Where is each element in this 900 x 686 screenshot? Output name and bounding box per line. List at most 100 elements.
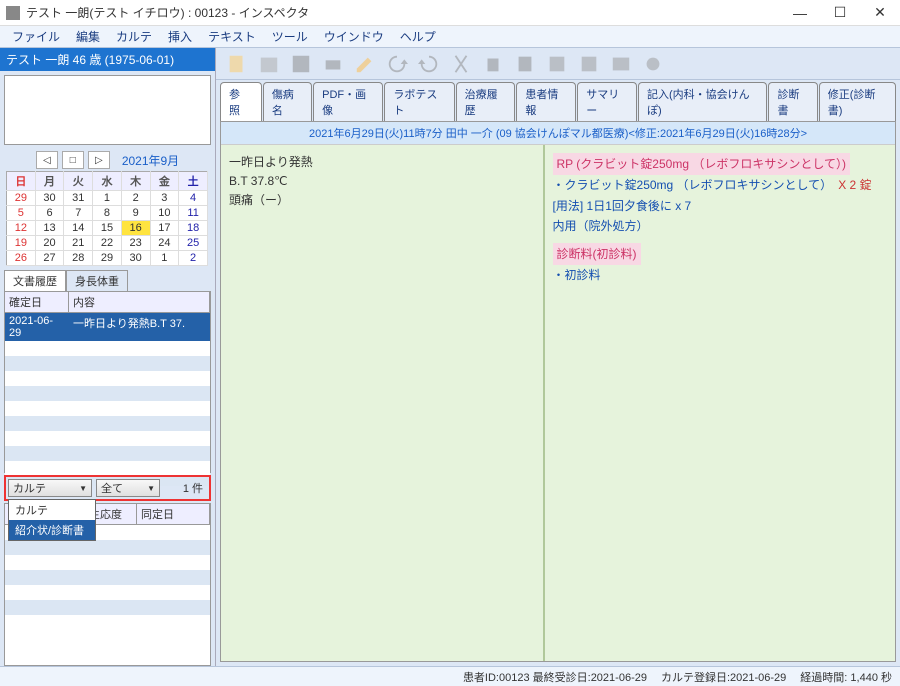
record-header: 2021年6月29日(火)11時7分 田中 一介 (09 協会けんぽマル都医療)… bbox=[221, 122, 895, 145]
cal-day[interactable]: 25 bbox=[179, 236, 208, 251]
cal-day[interactable]: 27 bbox=[35, 251, 64, 266]
gear-icon[interactable] bbox=[642, 53, 664, 75]
cal-day[interactable]: 15 bbox=[93, 221, 122, 236]
tab-pdf-image[interactable]: PDF・画像 bbox=[313, 82, 383, 121]
cal-dow: 水 bbox=[93, 172, 122, 191]
tab-doc-history[interactable]: 文書履歴 bbox=[4, 270, 66, 291]
cal-day[interactable]: 24 bbox=[150, 236, 179, 251]
menu-window[interactable]: ウインドウ bbox=[318, 26, 390, 47]
record-content: 2021年6月29日(火)11時7分 田中 一介 (09 協会けんぽマル都医療)… bbox=[220, 121, 896, 662]
menu-edit[interactable]: 編集 bbox=[70, 26, 106, 47]
menubar: ファイル 編集 カルテ 挿入 テキスト ツール ウインドウ ヘルプ bbox=[0, 26, 900, 48]
paste-icon[interactable] bbox=[514, 53, 536, 75]
cal-day[interactable]: 1 bbox=[93, 191, 122, 206]
history-list[interactable]: 2021-06-29 一昨日より発熱B.T 37. bbox=[4, 313, 211, 473]
cal-next-button[interactable]: ▷ bbox=[88, 151, 110, 169]
edit-icon[interactable] bbox=[354, 53, 376, 75]
dx-header: 診断料(初診料) bbox=[553, 243, 641, 265]
memo-box[interactable] bbox=[4, 75, 211, 145]
cal-day[interactable]: 9 bbox=[121, 206, 150, 221]
cal-day[interactable]: 29 bbox=[7, 191, 36, 206]
print-icon[interactable] bbox=[322, 53, 344, 75]
titlebar: テスト 一朗(テスト イチロウ) : 00123 - インスペクタ — ☐ ✕ bbox=[0, 0, 900, 26]
calendar-nav: ◁ □ ▷ 2021年9月 bbox=[0, 149, 215, 171]
soap-subjective[interactable]: 一昨日より発熱 B.T 37.8℃ 頭痛（ー） bbox=[221, 145, 545, 661]
cal-day[interactable]: 18 bbox=[179, 221, 208, 236]
dx-item: ・初診料 bbox=[553, 265, 887, 285]
maximize-button[interactable]: ☐ bbox=[820, 0, 860, 26]
soap-line: B.T 37.8℃ bbox=[229, 172, 535, 191]
menu-tool[interactable]: ツール bbox=[266, 26, 314, 47]
cal-day[interactable]: 29 bbox=[93, 251, 122, 266]
tab-cert-edit[interactable]: 修正(診断書) bbox=[819, 82, 896, 121]
cal-day[interactable]: 30 bbox=[121, 251, 150, 266]
tab-height-weight[interactable]: 身長体重 bbox=[66, 270, 128, 291]
menu-text[interactable]: テキスト bbox=[202, 26, 262, 47]
menu-insert[interactable]: 挿入 bbox=[162, 26, 198, 47]
cal-day[interactable]: 14 bbox=[64, 221, 93, 236]
cal-day[interactable]: 12 bbox=[7, 221, 36, 236]
cal-day[interactable]: 31 bbox=[64, 191, 93, 206]
status-elapsed: 経過時間: 1,440 秒 bbox=[800, 669, 892, 685]
cal-day[interactable]: 2 bbox=[121, 191, 150, 206]
cal-day[interactable]: 5 bbox=[7, 206, 36, 221]
stamp-icon[interactable] bbox=[578, 53, 600, 75]
tab-treatment[interactable]: 治療履歴 bbox=[456, 82, 516, 121]
cal-dow: 日 bbox=[7, 172, 36, 191]
cal-day[interactable]: 30 bbox=[35, 191, 64, 206]
main-tabs: 参 照 傷病名 PDF・画像 ラボテスト 治療履歴 患者情報 サマリー 記入(内… bbox=[216, 80, 900, 121]
cal-day[interactable]: 19 bbox=[7, 236, 36, 251]
schedule-icon[interactable] bbox=[258, 53, 280, 75]
type-select[interactable]: カルテ ▼ bbox=[8, 479, 92, 497]
tab-reference[interactable]: 参 照 bbox=[220, 82, 262, 121]
cal-today-button[interactable]: □ bbox=[62, 151, 84, 169]
close-button[interactable]: ✕ bbox=[860, 0, 900, 26]
soap-plan[interactable]: RP (クラビット錠250mg （レボフロキサシンとして）) ・クラビット錠25… bbox=[545, 145, 895, 661]
save-icon[interactable] bbox=[290, 53, 312, 75]
cal-day[interactable]: 11 bbox=[179, 206, 208, 221]
new-icon[interactable] bbox=[226, 53, 248, 75]
cal-day[interactable]: 7 bbox=[64, 206, 93, 221]
cal-day[interactable]: 20 bbox=[35, 236, 64, 251]
cal-day[interactable]: 28 bbox=[64, 251, 93, 266]
cal-day[interactable]: 26 bbox=[7, 251, 36, 266]
cut-icon[interactable] bbox=[450, 53, 472, 75]
cal-day[interactable]: 17 bbox=[150, 221, 179, 236]
menu-file[interactable]: ファイル bbox=[6, 26, 66, 47]
cal-day[interactable]: 2 bbox=[179, 251, 208, 266]
rx-usage: [用法] 1日1回夕食後に x 7 bbox=[553, 196, 887, 216]
chevron-down-icon: ▼ bbox=[79, 484, 87, 493]
menu-karte[interactable]: カルテ bbox=[110, 26, 158, 47]
cal-day[interactable]: 3 bbox=[150, 191, 179, 206]
cal-day[interactable]: 8 bbox=[93, 206, 122, 221]
tab-labtest[interactable]: ラボテスト bbox=[384, 82, 454, 121]
tab-summary[interactable]: サマリー bbox=[577, 82, 637, 121]
cal-day[interactable]: 4 bbox=[179, 191, 208, 206]
tab-disease[interactable]: 傷病名 bbox=[263, 82, 312, 121]
redo-icon[interactable] bbox=[418, 53, 440, 75]
cal-day[interactable]: 10 bbox=[150, 206, 179, 221]
cal-day[interactable]: 13 bbox=[35, 221, 64, 236]
minimize-button[interactable]: — bbox=[780, 0, 820, 26]
tab-cert[interactable]: 診断書 bbox=[768, 82, 817, 121]
tab-entry[interactable]: 記入(内科・協会けんぽ) bbox=[638, 82, 767, 121]
cal-day[interactable]: 23 bbox=[121, 236, 150, 251]
cal-day[interactable]: 22 bbox=[93, 236, 122, 251]
undo-icon[interactable] bbox=[386, 53, 408, 75]
attach-icon[interactable] bbox=[546, 53, 568, 75]
type-option-referral[interactable]: 紹介状/診断書 bbox=[9, 520, 95, 540]
tab-patient-info[interactable]: 患者情報 bbox=[516, 82, 576, 121]
type-option-karte[interactable]: カルテ bbox=[9, 500, 95, 520]
cal-day[interactable]: 1 bbox=[150, 251, 179, 266]
menu-help[interactable]: ヘルプ bbox=[394, 26, 442, 47]
calendar[interactable]: 日月火水木金土 29303112345678910111213141516171… bbox=[6, 171, 208, 266]
cal-day[interactable]: 21 bbox=[64, 236, 93, 251]
cal-day[interactable]: 6 bbox=[35, 206, 64, 221]
history-row-selected[interactable]: 2021-06-29 一昨日より発熱B.T 37. bbox=[5, 313, 210, 341]
cal-day[interactable]: 16 bbox=[121, 221, 150, 236]
filter-select[interactable]: 全て ▼ bbox=[96, 479, 160, 497]
image-icon[interactable] bbox=[610, 53, 632, 75]
type-select-dropdown[interactable]: カルテ 紹介状/診断書 bbox=[8, 499, 96, 541]
copy-icon[interactable] bbox=[482, 53, 504, 75]
cal-prev-button[interactable]: ◁ bbox=[36, 151, 58, 169]
